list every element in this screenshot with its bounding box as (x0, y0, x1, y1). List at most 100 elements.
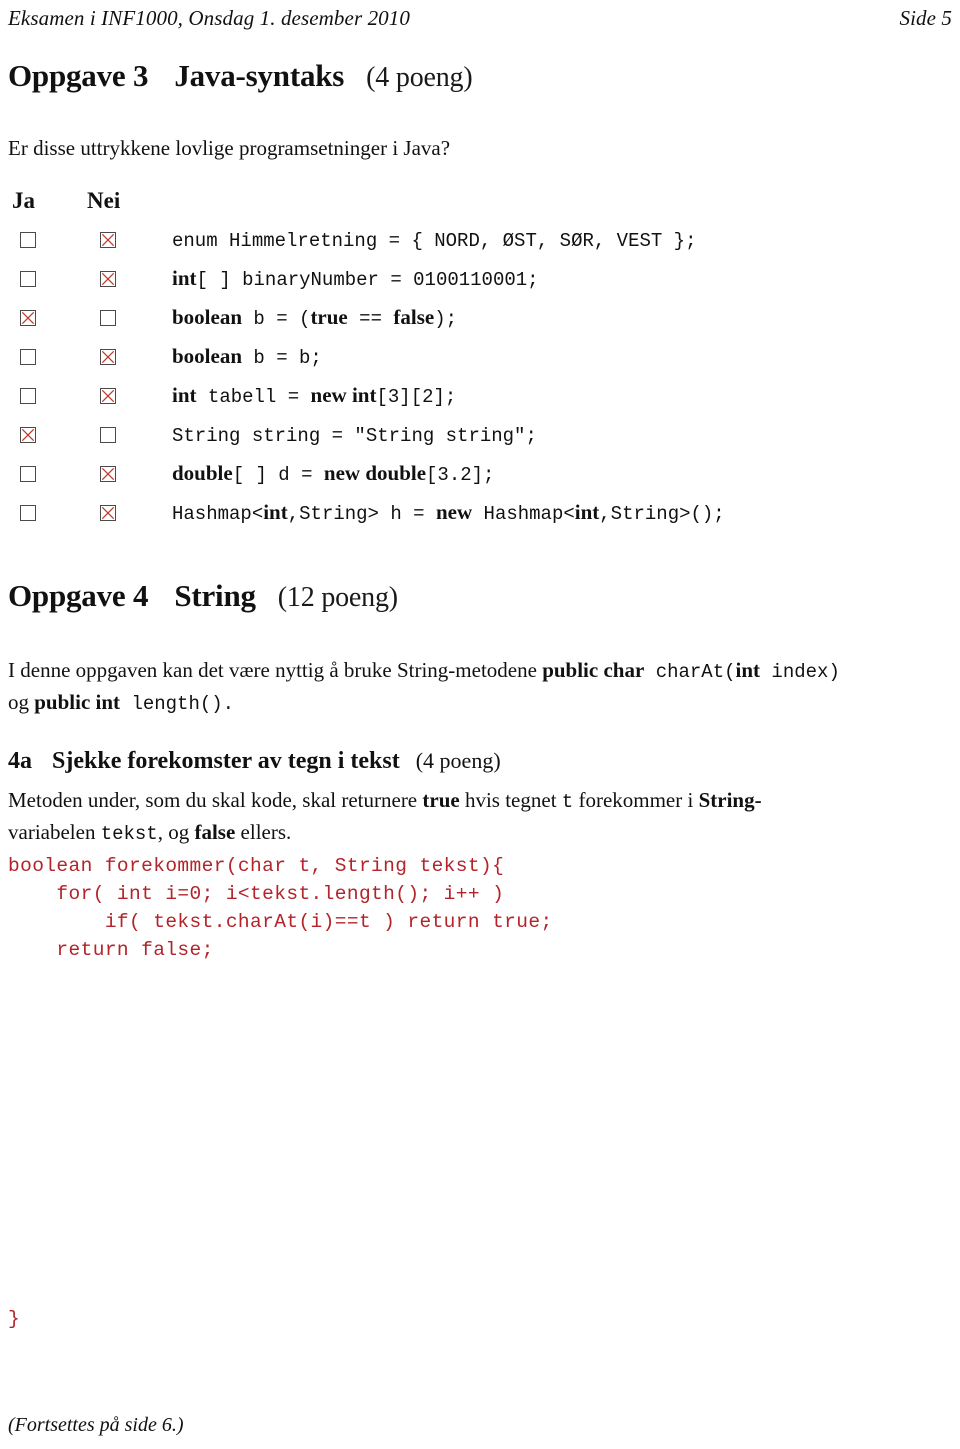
checkbox-nei-row-5[interactable] (100, 388, 116, 404)
code-keyword: boolean (172, 305, 243, 329)
cross-icon (101, 272, 115, 286)
running-header-page: Side 5 (899, 6, 952, 30)
running-header-left: Eksamen i INF1000, Onsdag 1. desember 20… (8, 6, 410, 30)
section-number: Oppgave 4 (8, 578, 149, 613)
section-number: Oppgave 3 (8, 58, 149, 93)
code-keyword: int (172, 266, 197, 290)
checkbox-nei-row-6[interactable] (100, 427, 116, 443)
body-text-k: ellers. (235, 820, 292, 844)
statement-code: enum Himmelretning = { NORD, ØST, SØR, V… (172, 227, 697, 252)
code-keyword: int (263, 500, 288, 524)
section-title: String (174, 578, 256, 613)
column-label-nei: Nei (87, 188, 121, 213)
syntax-question-row: int[ ] binaryNumber = 0100110001; (0, 266, 960, 306)
statement-code: Hashmap<int,String> h = new Hashmap<int,… (172, 500, 725, 525)
code-keyword: false (393, 305, 435, 329)
checkbox-ja-row-5[interactable] (20, 388, 36, 404)
syntax-question-row: int tabell = new int[3][2]; (0, 383, 960, 423)
checkbox-ja-row-6[interactable] (20, 427, 36, 443)
cross-icon (101, 233, 115, 247)
statement-code: boolean b = (true == false); (172, 305, 457, 330)
section3-intro: Er disse uttrykkene lovlige programsetni… (8, 136, 451, 160)
checkbox-nei-row-4[interactable] (100, 349, 116, 365)
checkbox-nei-row-1[interactable] (100, 232, 116, 248)
checkbox-nei-row-7[interactable] (100, 466, 116, 482)
section-heading-oppgave-4: Oppgave 4 String (12 poeng) (8, 578, 398, 614)
syntax-question-row: String string = "String string"; (0, 423, 960, 462)
code-keyword: int (172, 383, 197, 407)
code-text: b = ( (242, 308, 311, 330)
checkbox-ja-row-1[interactable] (20, 232, 36, 248)
checkbox-nei-row-3[interactable] (100, 310, 116, 326)
checkbox-ja-row-7[interactable] (20, 466, 36, 482)
code-text: Hashmap< (172, 503, 264, 525)
code-listing-closing-brace: } (8, 1308, 21, 1330)
body-literal-false: false (194, 820, 236, 844)
code-keyword: true (310, 305, 348, 329)
exam-page: Eksamen i INF1000, Onsdag 1. desember 20… (0, 0, 960, 1449)
intro-text-a: I denne oppgaven kan det være nyttig å b… (8, 658, 543, 682)
intro-method-charat: charAt( (644, 661, 736, 683)
body-literal-true: true (422, 788, 460, 812)
code-text: [ ] d = (232, 464, 324, 486)
cross-icon (21, 428, 35, 442)
checkbox-nei-row-8[interactable] (100, 505, 116, 521)
checkbox-ja-row-3[interactable] (20, 310, 36, 326)
checkbox-nei-row-2[interactable] (100, 271, 116, 287)
code-listing-forekommer: boolean forekommer(char t, String tekst)… (8, 855, 553, 961)
code-keyword: boolean (172, 344, 243, 368)
intro-text-og: og (8, 690, 35, 714)
cross-icon (101, 389, 115, 403)
statement-code: int[ ] binaryNumber = 0100110001; (172, 266, 539, 291)
code-keyword: new (435, 500, 473, 524)
code-text: tabell = (196, 386, 311, 408)
syntax-question-list: enum Himmelretning = { NORD, ØST, SØR, V… (0, 228, 960, 540)
code-text: [3][2]; (376, 386, 457, 408)
syntax-question-row: boolean b = (true == false); (0, 305, 960, 345)
subsection-heading-4a: 4a Sjekke forekomster av tegn i tekst (4 p… (8, 748, 501, 775)
section-points: (12 poeng) (277, 582, 398, 613)
subsection-4a-body: Metoden under, som du skal kode, skal re… (8, 785, 762, 849)
intro-keyword-public-char: public char (542, 658, 645, 682)
subsection-title: Sjekke forekomster av tegn i tekst (52, 748, 400, 774)
section4-intro-paragraph: I denne oppgaven kan det være nyttig å b… (8, 655, 840, 719)
cross-icon (101, 467, 115, 481)
body-text-i: , og (157, 820, 195, 844)
cross-icon (101, 350, 115, 364)
code-text: == (347, 308, 394, 330)
syntax-question-row: boolean b = b; (0, 344, 960, 384)
section-points: (4 poeng) (366, 62, 473, 93)
code-text: Hashmap< (472, 503, 575, 525)
checkbox-ja-row-4[interactable] (20, 349, 36, 365)
body-text-e: forekommer i (573, 788, 699, 812)
column-label-ja: Ja (12, 188, 35, 213)
intro-keyword-public-int: public int (34, 690, 121, 714)
code-text: [3.2]; (426, 464, 495, 486)
intro-keyword-int: int (735, 658, 761, 682)
body-var-t: t (561, 791, 574, 813)
running-header: Eksamen i INF1000, Onsdag 1. desember 20… (8, 6, 952, 31)
statement-code: int tabell = new int[3][2]; (172, 383, 456, 408)
section-heading-oppgave-3: Oppgave 3 Java-syntaks (4 poeng) (8, 58, 473, 94)
statement-code: String string = "String string"; (172, 422, 537, 447)
code-text: String string = "String string"; (172, 425, 537, 447)
code-text: ,String>(); (599, 503, 725, 525)
code-keyword: new int (310, 383, 377, 407)
checkbox-ja-row-8[interactable] (20, 505, 36, 521)
page-footer: (Fortsettes på side 6.) (8, 1414, 184, 1436)
code-text: [ ] binaryNumber = 0100110001; (196, 269, 539, 291)
body-text-g: variabelen (8, 820, 101, 844)
body-type-string: String- (698, 788, 762, 812)
checkbox-ja-row-2[interactable] (20, 271, 36, 287)
code-text: ); (434, 308, 458, 330)
code-keyword: int (574, 500, 600, 524)
section-title: Java-syntaks (174, 58, 345, 93)
syntax-question-row: Hashmap<int,String> h = new Hashmap<int,… (0, 500, 960, 540)
cross-icon (21, 311, 35, 325)
subsection-points: (4 poeng) (415, 748, 501, 773)
body-var-tekst: tekst (100, 823, 158, 845)
intro-param-index: index) (760, 661, 840, 683)
cross-icon (101, 506, 115, 520)
intro-method-length: length(). (120, 693, 235, 715)
syntax-question-row: double[ ] d = new double[3.2]; (0, 461, 960, 501)
